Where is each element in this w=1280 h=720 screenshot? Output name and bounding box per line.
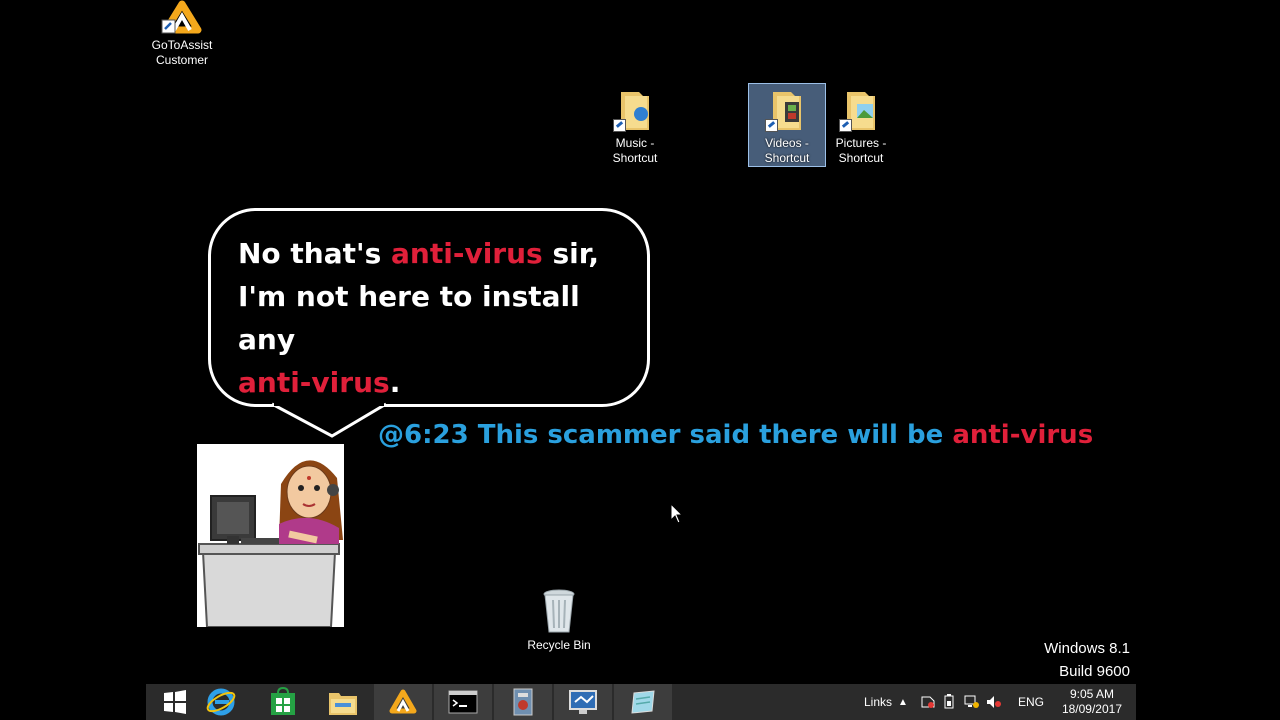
taskbar: Links ▲ ENG 9:05 AM 18/09/2017 [146,684,1136,720]
pictures-folder-icon [837,86,885,134]
desktop-icon-videos-shortcut[interactable]: Videos - Shortcut [748,83,826,167]
start-icon [164,690,186,714]
speech-bubble-text: No that's anti-virus sir, I'm not here t… [238,232,638,404]
desktop-icon-label: Customer [155,53,208,67]
store-icon [271,687,295,715]
remote-desktop-icon [569,690,597,714]
volume-muted-icon[interactable] [986,684,1002,720]
taskbar-command-prompt[interactable] [434,684,492,720]
desktop-icon-label: Shortcut [612,151,658,165]
bubble-highlight: anti-virus [391,237,543,270]
taskbar-store[interactable] [254,684,312,720]
power-icon[interactable] [942,684,956,720]
desktop-icon-gotoassist[interactable]: GoToAssist Customer [144,0,220,68]
security-tool-icon [513,688,533,716]
system-tray: Links ▲ ENG 9:05 AM 18/09/2017 [836,684,1136,720]
desktop-icon-music-shortcut[interactable]: Music - Shortcut [597,84,673,166]
desktop-icon-label: Music - [615,136,655,150]
shortcut-arrow-icon [765,119,778,132]
music-folder-icon [611,86,659,134]
taskbar-gotoassist[interactable] [374,684,432,720]
file-explorer-icon [329,693,357,715]
desktop-icon-label: Pictures - [835,136,887,150]
desktop-icon-label: Recycle Bin [527,638,591,652]
cartoon-agent-illustration [198,460,343,628]
shortcut-arrow-icon [613,119,626,132]
internet-explorer-icon [206,688,236,716]
windows-build-watermark: Build 9600 [1059,663,1130,680]
recycle-bin-icon [535,586,583,636]
show-hidden-icons-button[interactable]: ▲ [898,684,908,720]
cartoon-agent-image [197,444,344,628]
bubble-text-part: sir, [542,237,600,270]
desktop-icon-label: GoToAssist [151,38,213,52]
bubble-text-part: I'm not here to install any [238,280,580,356]
taskbar-security-tool[interactable] [494,684,552,720]
gotoassist-icon [389,689,417,714]
caption-text: @6:23 This scammer said there will be [378,420,953,450]
desktop-icon-label: Shortcut [838,151,884,165]
bubble-highlight: anti-virus [238,366,390,399]
taskbar-remote-desktop[interactable] [554,684,612,720]
bubble-text-part: . [389,366,401,399]
desktop-icon-label: Videos - [765,136,809,150]
desktop-icon-label: Shortcut [764,151,810,165]
clock-date: 18/09/2017 [1061,702,1122,716]
taskbar-clock[interactable]: 9:05 AM 18/09/2017 [1062,687,1122,717]
desktop-icon-pictures-shortcut[interactable]: Pictures - Shortcut [823,84,899,166]
links-toolbar[interactable]: Links [864,684,892,720]
mouse-cursor-icon [670,503,684,524]
videos-folder-icon [763,86,811,134]
bubble-text-part: No that's [238,237,392,270]
shortcut-arrow-icon [839,119,852,132]
taskbar-internet-explorer[interactable] [192,684,250,720]
action-center-icon[interactable] [920,684,936,720]
clock-time: 9:05 AM [1069,687,1114,701]
windows-version-watermark: Windows 8.1 [1044,640,1130,657]
network-icon[interactable] [964,684,980,720]
command-prompt-icon [448,690,478,714]
caption-highlight: anti-virus [952,420,1094,450]
taskbar-file-explorer[interactable] [314,684,372,720]
notepad-icon [631,690,655,714]
taskbar-notepad[interactable] [614,684,672,720]
gotoassist-icon [158,0,206,36]
input-language-indicator[interactable]: ENG [1018,684,1044,720]
desktop-icon-recycle-bin[interactable]: Recycle Bin [521,586,597,653]
video-caption: @6:23 This scammer said there will be an… [378,420,1093,450]
